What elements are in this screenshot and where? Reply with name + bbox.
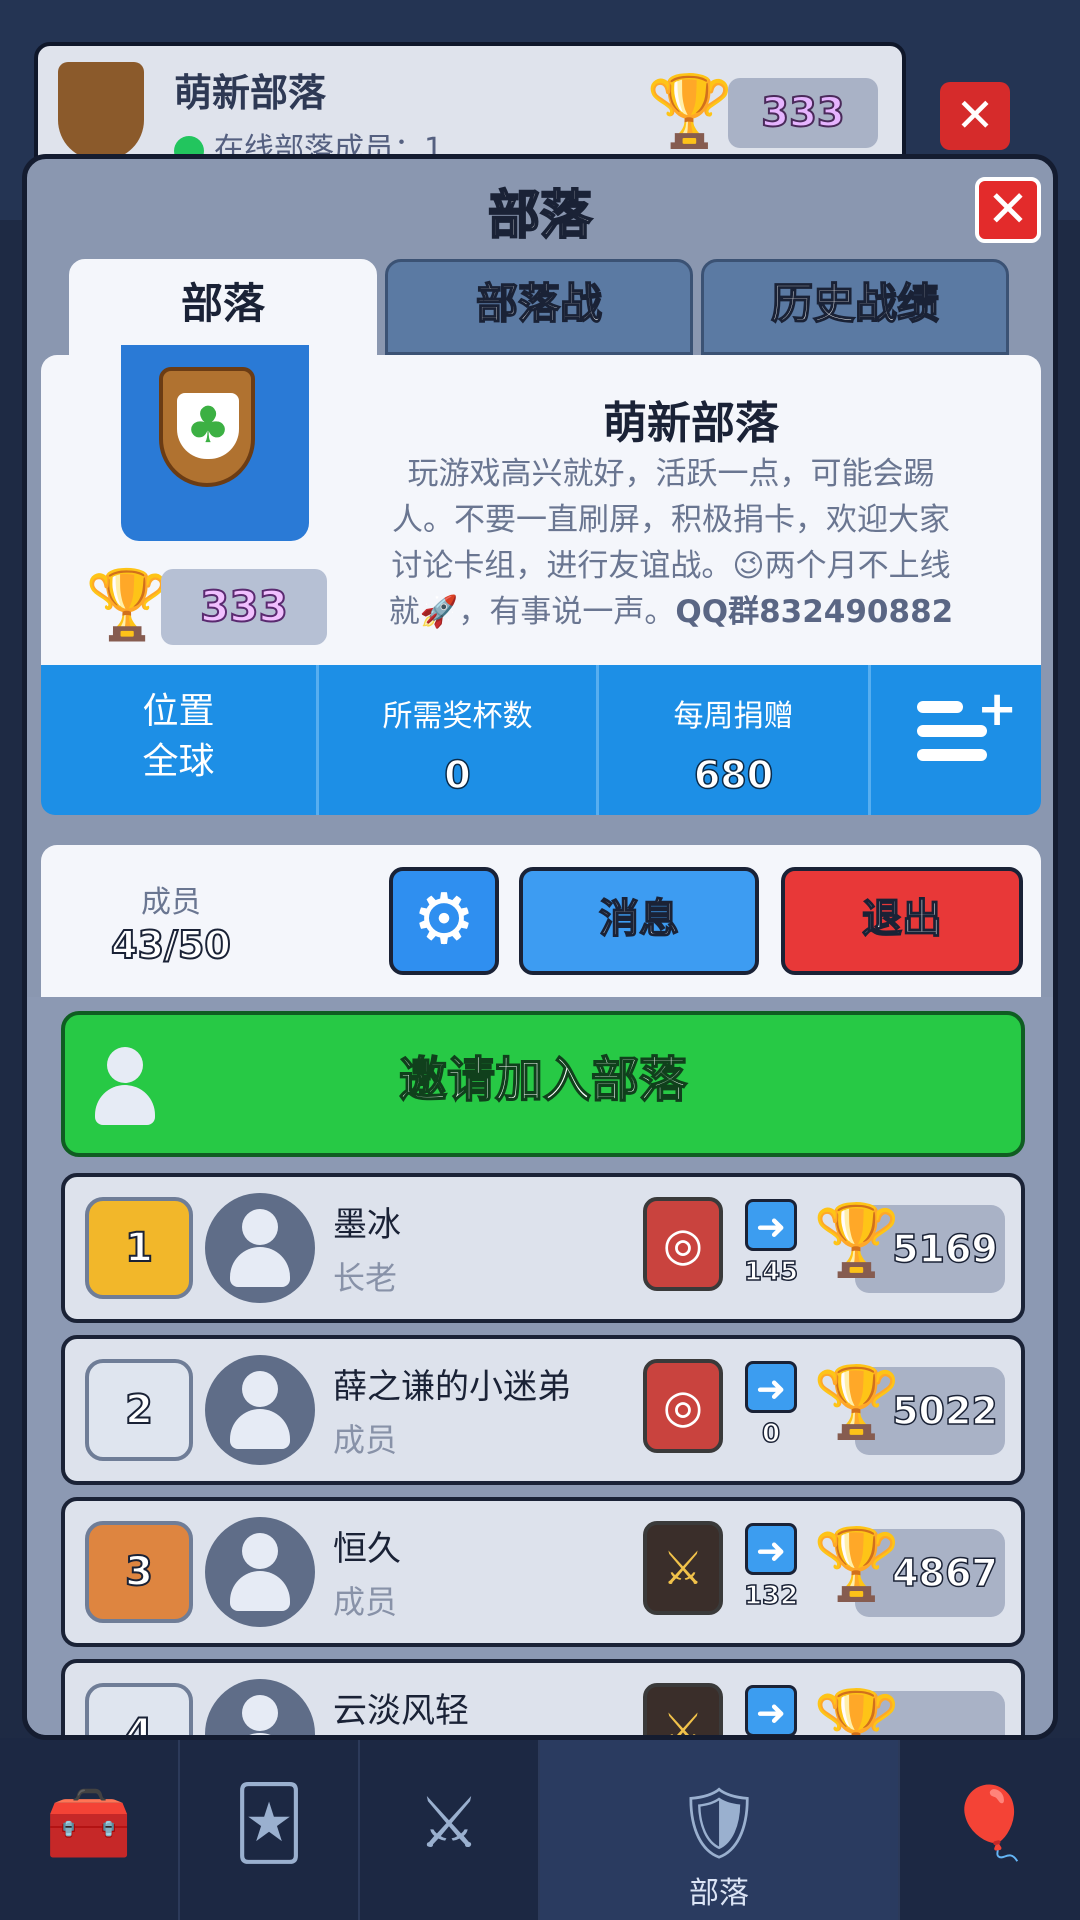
clan-banner: ♣ xyxy=(121,345,309,541)
clan-description: 玩游戏高兴就好，活跃一点，可能会踢 人。不要一直刷屏，积极捐卡，欢迎大家 讨论卡… xyxy=(388,456,954,630)
nav-clan-tab[interactable]: 🛡 部落 xyxy=(540,1738,900,1920)
members-count: 43/50 xyxy=(110,922,232,968)
member-name: 云淡风轻 xyxy=(333,1691,469,1731)
person-icon xyxy=(230,1371,290,1449)
donate-card-icon: ➜ xyxy=(745,1199,797,1251)
trophy-icon: 🏆 xyxy=(85,566,170,645)
clan-badge-icon xyxy=(58,62,144,160)
background-clan-name: 萌新部落 xyxy=(174,71,327,115)
settings-button[interactable]: ⚙ xyxy=(389,867,499,975)
leave-button[interactable]: 退出 xyxy=(781,867,1023,975)
invite-button[interactable]: 邀请加入部落 xyxy=(61,1011,1025,1157)
stat-required-trophies: 所需奖杯数 0 xyxy=(319,665,599,815)
nav-clan-label: 部落 xyxy=(689,1876,749,1911)
clan-name: 萌新部落 xyxy=(603,398,779,449)
person-icon xyxy=(230,1695,290,1735)
member-row[interactable]: 4 云淡风轻 ⚔ ➜ 🏆 xyxy=(61,1659,1025,1737)
clan-badge-icon: ♣ xyxy=(159,367,255,487)
bottom-nav: 🧰 🃏 ⚔ 🛡 部落 🎈 xyxy=(0,1738,1080,1920)
member-name: 墨冰 xyxy=(333,1205,401,1245)
message-button[interactable]: 消息 xyxy=(519,867,759,975)
clan-panel: 部落 ✕ 部落 部落战 历史战绩 ♣ 🏆 333 萌新部落 玩游戏高兴就好，活跃… xyxy=(22,154,1058,1740)
member-rank: 3 xyxy=(85,1521,193,1623)
clover-icon: ♣ xyxy=(177,393,239,459)
donate-card-icon: ➜ xyxy=(745,1685,797,1735)
donations: ➜ 132 xyxy=(741,1523,801,1612)
tab-history[interactable]: 历史战绩 xyxy=(701,259,1009,355)
clan-trophy-count: 333 xyxy=(161,569,327,645)
close-button[interactable]: ✕ xyxy=(975,177,1041,243)
league-swords-icon: ⚔ xyxy=(643,1521,723,1615)
plus-icon: + xyxy=(977,681,1018,737)
nav-battle-icon[interactable]: ⚔ xyxy=(360,1738,540,1920)
member-rank: 2 xyxy=(85,1359,193,1461)
donate-card-icon: ➜ xyxy=(745,1523,797,1575)
avatar xyxy=(205,1193,315,1303)
close-icon: ✕ xyxy=(987,180,1029,238)
donations: ➜ 145 xyxy=(741,1199,801,1288)
league-swords-icon: ⚔ xyxy=(643,1683,723,1735)
member-rank: 1 xyxy=(85,1197,193,1299)
league-target-icon: ◎ xyxy=(643,1359,723,1453)
clan-stats-bar: 位置 全球 所需奖杯数 0 每周捐赠 680 + xyxy=(41,665,1041,815)
member-name: 薛之谦的小迷弟 xyxy=(333,1367,571,1407)
donations: ➜ xyxy=(741,1685,801,1735)
tab-clan[interactable]: 部落 xyxy=(69,259,377,355)
member-rank: 4 xyxy=(85,1683,193,1735)
avatar xyxy=(205,1517,315,1627)
member-row[interactable]: 3 恒久 成员 ⚔ ➜ 132 🏆 4867 xyxy=(61,1497,1025,1647)
member-role: 成员 xyxy=(333,1583,398,1621)
stat-weekly-donations: 每周捐赠 680 xyxy=(599,665,871,815)
donations: ➜ 0 xyxy=(741,1361,801,1450)
panel-title: 部落 xyxy=(487,185,593,247)
person-icon xyxy=(230,1533,290,1611)
trophy-icon: 🏆 xyxy=(646,70,734,152)
trophy-icon: 🏆 xyxy=(813,1199,901,1281)
person-icon xyxy=(95,1047,155,1125)
background-close-button[interactable]: ✕ xyxy=(940,82,1010,150)
background-trophy-count: 333 xyxy=(728,78,878,148)
trophy-icon: 🏆 xyxy=(813,1523,901,1605)
clan-menu-button[interactable]: + xyxy=(871,665,1041,815)
clan-qq: QQ群832490882 xyxy=(675,594,954,630)
member-row[interactable]: 2 薛之谦的小迷弟 成员 ◎ ➜ 0 🏆 5022 xyxy=(61,1335,1025,1485)
avatar xyxy=(205,1679,315,1735)
donate-card-icon: ➜ xyxy=(745,1361,797,1413)
nav-cards-icon[interactable]: 🃏 xyxy=(180,1738,360,1920)
stat-location: 位置 全球 xyxy=(41,665,319,815)
member-row[interactable]: 1 墨冰 长老 ◎ ➜ 145 🏆 5169 xyxy=(61,1173,1025,1323)
members-label: 成员 xyxy=(141,885,201,920)
member-role: 长老 xyxy=(333,1259,398,1297)
nav-tournament-icon[interactable]: 🎈 xyxy=(900,1738,1080,1920)
nav-chest-icon[interactable]: 🧰 xyxy=(0,1738,180,1920)
person-icon xyxy=(230,1209,290,1287)
member-list[interactable]: 邀请加入部落 1 墨冰 长老 ◎ ➜ 145 🏆 5169 2 薛之谦的小迷弟 成… xyxy=(27,997,1053,1737)
trophy-icon: 🏆 xyxy=(813,1361,901,1443)
tab-clan-war[interactable]: 部落战 xyxy=(385,259,693,355)
gear-icon: ⚙ xyxy=(412,878,476,960)
member-name: 恒久 xyxy=(333,1529,401,1569)
clan-shield-icon: 🛡 xyxy=(674,1782,764,1864)
trophy-icon: 🏆 xyxy=(813,1685,901,1737)
members-bar: 成员 43/50 ⚙ 消息 退出 xyxy=(41,845,1041,997)
clan-info-card: ♣ 🏆 333 萌新部落 玩游戏高兴就好，活跃一点，可能会踢 人。不要一直刷屏，… xyxy=(41,345,1041,665)
avatar xyxy=(205,1355,315,1465)
member-role: 成员 xyxy=(333,1421,398,1459)
league-target-icon: ◎ xyxy=(643,1197,723,1291)
